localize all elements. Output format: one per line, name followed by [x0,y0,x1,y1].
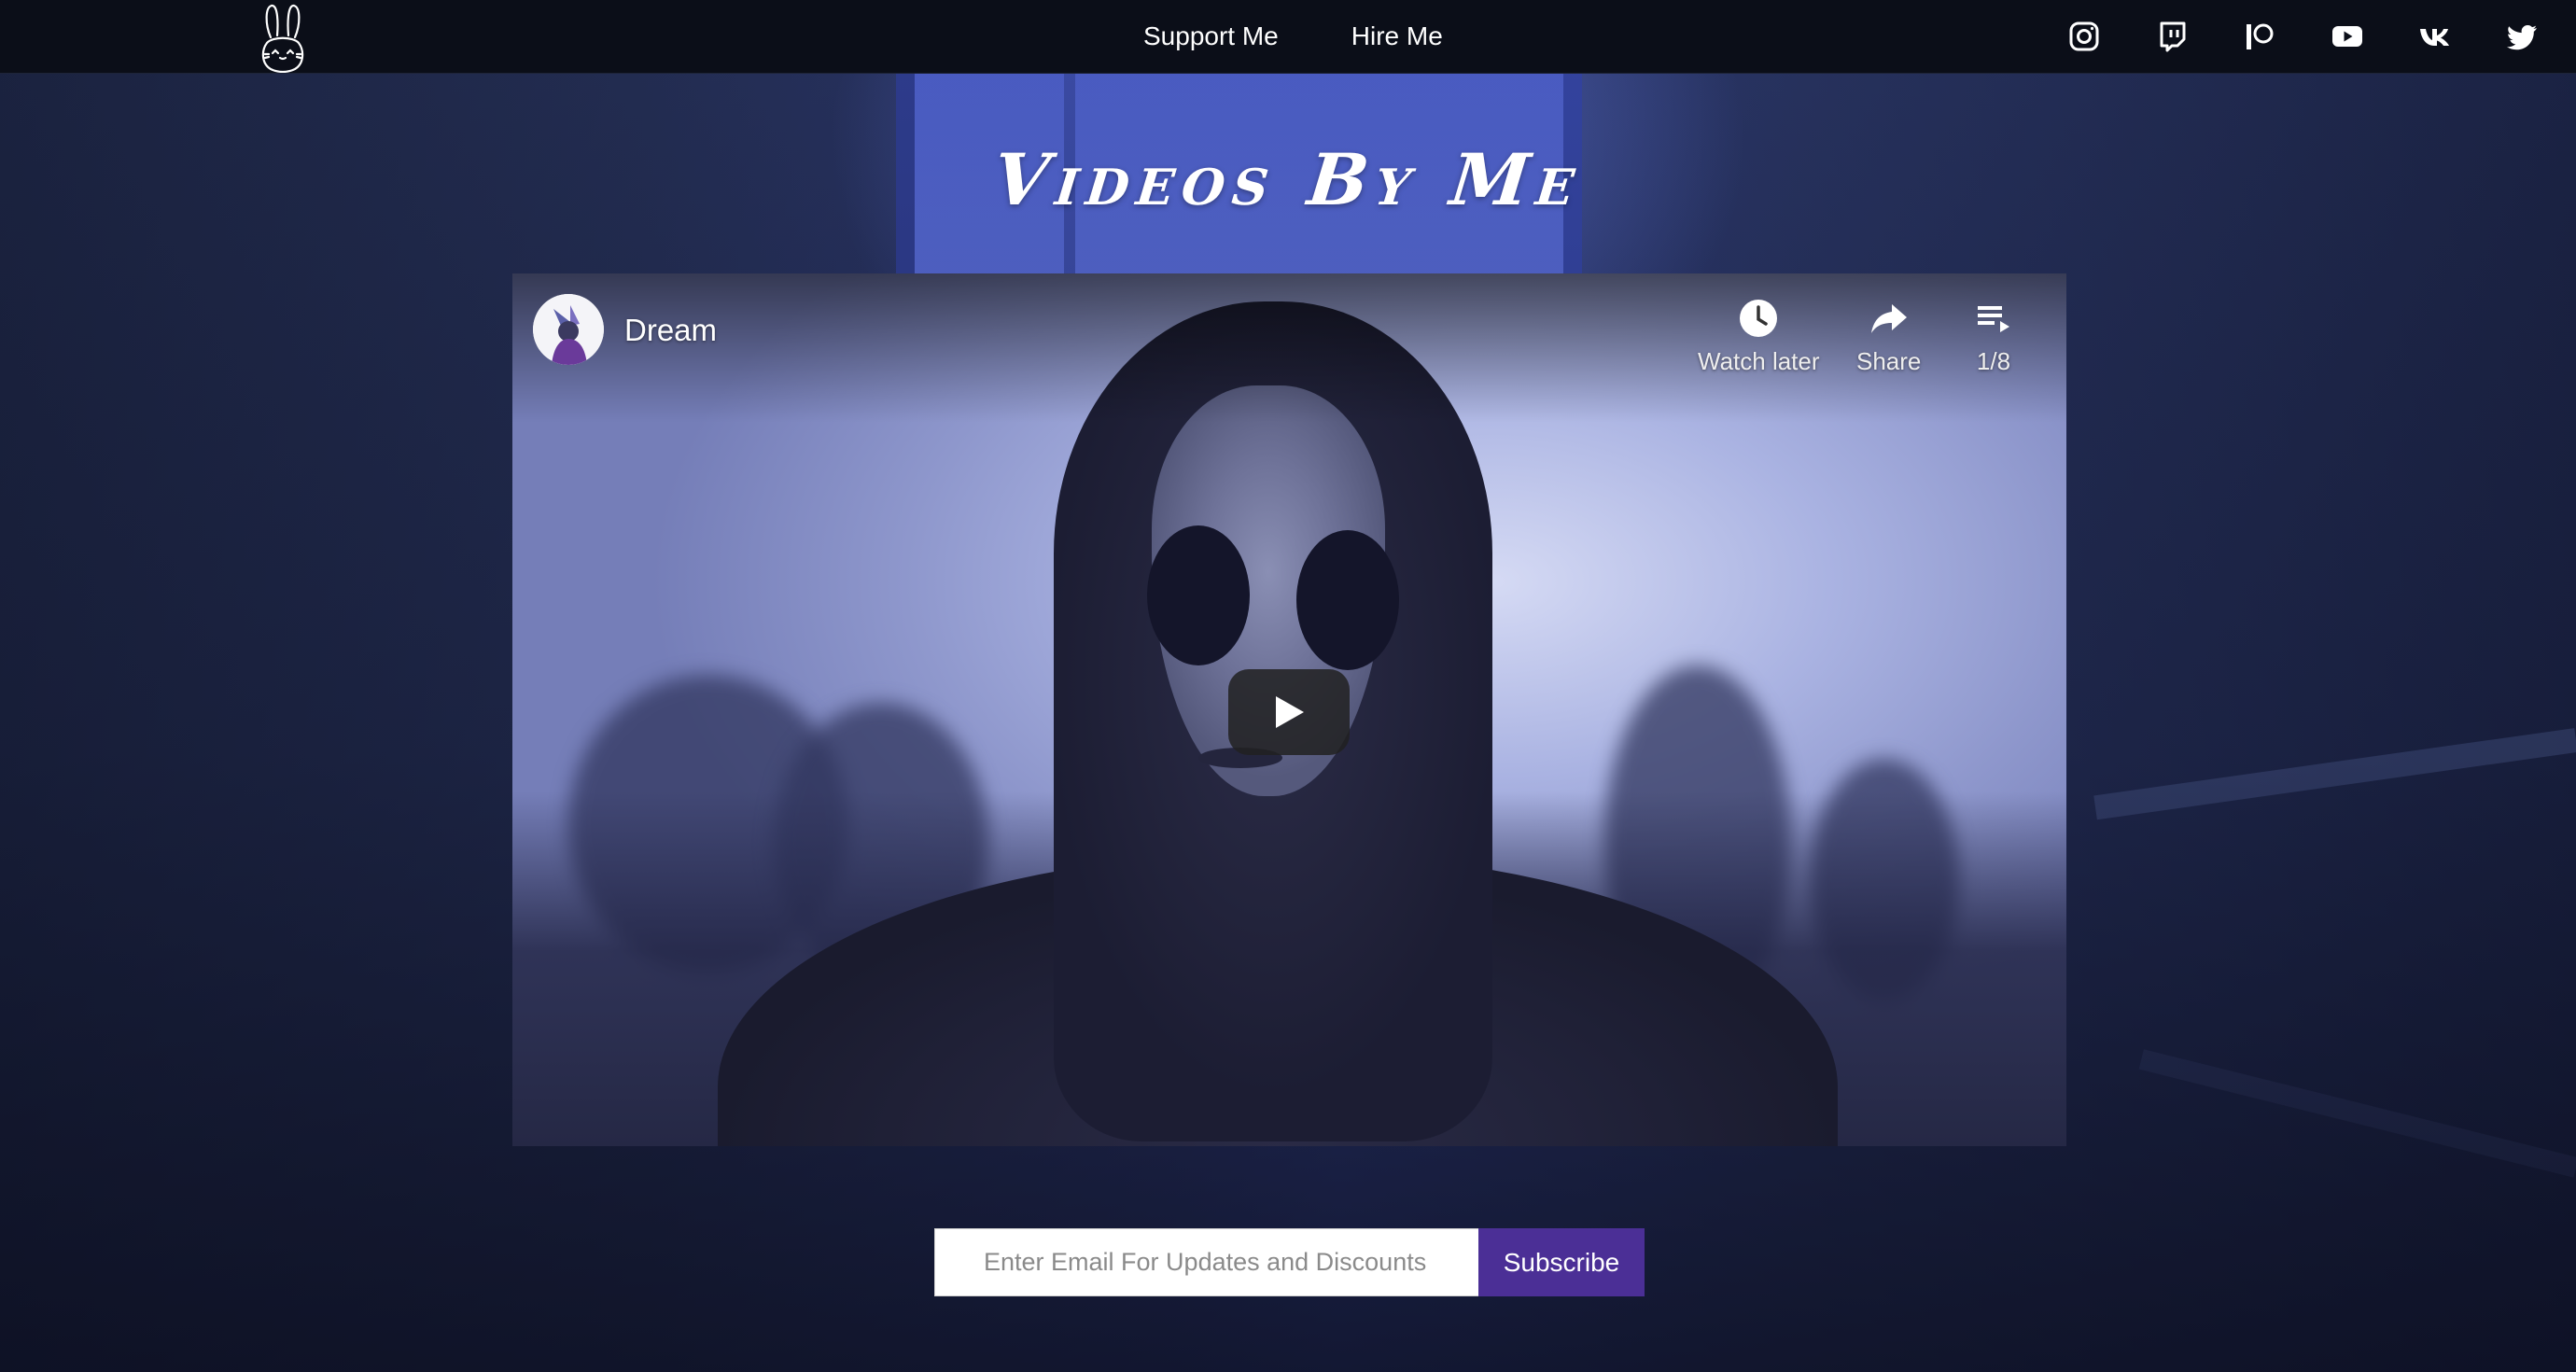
playlist-icon [1978,306,2009,332]
subscribe-form: Subscribe [934,1228,1645,1296]
clock-icon [1740,300,1778,337]
nav-links: Support Me Hire Me [1143,0,1443,73]
page-title: Videos By Me [989,138,1587,221]
watch-later-button[interactable]: Watch later [1698,297,1820,376]
patreon-icon[interactable] [2242,19,2277,54]
vk-icon[interactable] [2417,19,2453,54]
video-title[interactable]: Dream [624,313,717,348]
play-icon [1276,696,1304,728]
watch-later-label: Watch later [1698,347,1820,375]
channel-avatar[interactable] [533,294,604,365]
nav-link-hire-me[interactable]: Hire Me [1351,21,1443,51]
social-links [2066,0,2541,73]
top-navbar: Support Me Hire Me [0,0,2576,74]
nav-link-support-me[interactable]: Support Me [1143,21,1279,51]
play-button[interactable] [1228,669,1350,755]
video-player[interactable]: Dream Watch later Share 1/8 [512,273,2066,1146]
subscribe-button[interactable]: Subscribe [1478,1228,1645,1296]
email-input[interactable] [934,1228,1478,1296]
bunny-logo-icon[interactable] [252,2,314,74]
share-button[interactable]: Share [1856,297,1921,376]
twitch-icon[interactable] [2154,19,2190,54]
twitter-icon[interactable] [2505,19,2541,54]
instagram-icon[interactable] [2066,19,2102,54]
share-arrow-icon [1870,304,1907,333]
share-label: Share [1856,347,1922,375]
playlist-button[interactable]: 1/8 [1972,297,2015,376]
playlist-position: 1/8 [1976,347,2011,375]
youtube-icon[interactable] [2330,19,2365,54]
